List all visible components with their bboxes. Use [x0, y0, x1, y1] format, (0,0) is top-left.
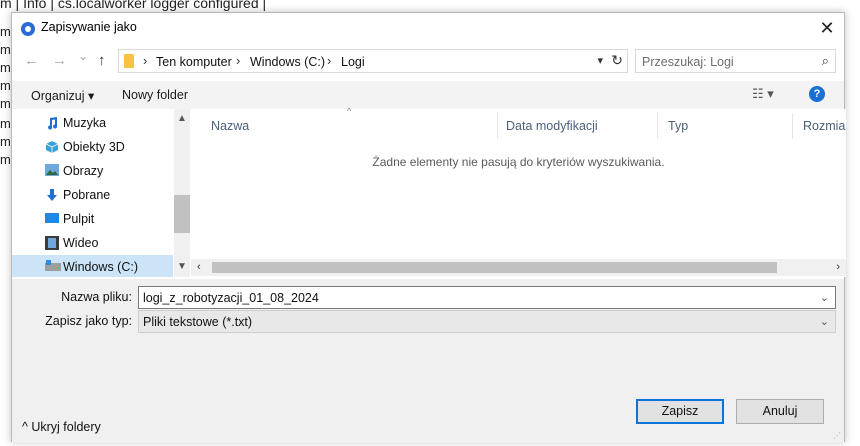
file-list: ^ Nazwa Data modyfikacji Typ Rozmia Żadn…	[191, 106, 846, 277]
refresh-icon[interactable]: ↻	[611, 52, 623, 69]
forward-arrow-icon[interactable]: →	[52, 52, 67, 69]
sidebar-item-pulpit[interactable]: Pulpit	[12, 207, 173, 231]
address-bar[interactable]: › Ten komputer › Windows (C:) › Logi ▾ ↻	[118, 49, 628, 73]
help-icon[interactable]: ?	[809, 86, 825, 102]
hide-folders-button[interactable]: ^ Ukryj foldery	[22, 420, 101, 434]
console-line: m	[0, 24, 11, 39]
search-icon[interactable]: ⌕	[822, 53, 829, 69]
column-divider[interactable]	[497, 113, 498, 139]
filetype-select[interactable]: Pliki tekstowe (*.txt) ⌄	[138, 310, 836, 333]
sidebar-item-label: Pobrane	[63, 188, 111, 202]
sidebar-item-wideo[interactable]: Wideo	[12, 231, 173, 255]
filetype-label: Zapisz jako typ:	[45, 314, 132, 328]
sort-ascending-icon: ^	[347, 106, 352, 116]
dialog-title: Zapisywanie jako	[41, 20, 137, 34]
title-bar[interactable]: Zapisywanie jako ✕	[12, 13, 844, 44]
sidebar-item-label: Obrazy	[63, 164, 104, 178]
app-icon	[21, 22, 35, 36]
navigation-bar: ← → ⌄ ↑ › Ten komputer › Windows (C:) › …	[12, 47, 844, 75]
save-as-dialog: Zapisywanie jako ✕ ← → ⌄ ↑ › Ten kompute…	[11, 12, 846, 443]
breadcrumb-this-pc[interactable]: Ten komputer	[156, 55, 232, 69]
cube-icon	[45, 140, 59, 153]
filetype-value: Pliki tekstowe (*.txt)	[143, 315, 253, 329]
scrollbar-thumb[interactable]	[212, 262, 777, 273]
filename-label: Nazwa pliku:	[61, 290, 132, 304]
scroll-down-icon[interactable]: ▼	[177, 261, 187, 272]
scrollbar-thumb[interactable]	[174, 195, 190, 233]
desktop-icon	[45, 212, 59, 225]
filename-value: logi_z_robotyzacji_01_08_2024	[143, 291, 319, 305]
breadcrumb-separator-icon[interactable]: ›	[143, 53, 147, 68]
new-folder-button[interactable]: Nowy folder	[122, 88, 188, 102]
chevron-down-icon[interactable]: ▾	[597, 54, 603, 67]
sidebar-item-obiekty-3d[interactable]: Obiekty 3D	[12, 135, 173, 159]
filename-field[interactable]: logi_z_robotyzacji_01_08_2024 ⌄	[138, 286, 836, 309]
sidebar-item-label: Windows (C:)	[63, 260, 139, 274]
console-line: m	[0, 60, 11, 75]
console-line: m	[0, 152, 11, 167]
folder-icon	[124, 54, 134, 68]
scroll-up-icon[interactable]: ▲	[177, 113, 187, 124]
scroll-left-icon[interactable]: ‹	[197, 261, 201, 273]
console-header-text: m | Info | cs.localworker logger configu…	[0, 0, 267, 11]
column-header-name[interactable]: Nazwa	[211, 119, 249, 133]
up-arrow-icon[interactable]: ↑	[98, 52, 106, 69]
organize-menu-button[interactable]: Organizuj ▾	[31, 88, 94, 103]
chevron-down-icon[interactable]: ⌄	[820, 291, 829, 304]
download-icon	[45, 188, 59, 201]
column-header-size[interactable]: Rozmia	[803, 119, 845, 133]
close-button[interactable]: ✕	[810, 13, 844, 44]
console-line: m	[0, 42, 11, 57]
resize-grip-icon[interactable]: ⋰	[833, 431, 841, 440]
console-line: m	[0, 116, 11, 131]
drive-icon	[45, 260, 61, 273]
sidebar-item-obrazy[interactable]: Obrazy	[12, 159, 173, 183]
breadcrumb-drive[interactable]: Windows (C:)	[250, 55, 325, 69]
sidebar-item-label: Muzyka	[63, 116, 107, 130]
cancel-button[interactable]: Anuluj	[736, 399, 824, 424]
column-divider[interactable]	[657, 113, 658, 139]
scroll-right-icon[interactable]: ›	[836, 261, 840, 273]
column-header-type[interactable]: Typ	[668, 119, 688, 133]
empty-folder-message: Żadne elementy nie pasują do kryteriów w…	[372, 155, 665, 169]
save-button[interactable]: Zapisz	[636, 399, 724, 424]
music-icon	[45, 116, 59, 130]
sidebar-item-windows-c[interactable]: Windows (C:)	[12, 255, 173, 277]
sidebar-item-label: Obiekty 3D	[63, 140, 125, 154]
video-icon	[45, 236, 59, 250]
chevron-down-icon[interactable]: ⌄	[820, 315, 829, 328]
sidebar-item-muzyka[interactable]: Muzyka	[12, 111, 173, 135]
pictures-icon	[45, 164, 59, 177]
navigation-scrollbar[interactable]: ▲ ▼	[174, 109, 190, 277]
breadcrumb-separator-icon[interactable]: ›	[236, 53, 240, 68]
sidebar-item-label: Wideo	[63, 236, 99, 250]
console-line: m	[0, 78, 11, 93]
breadcrumb-logi[interactable]: Logi	[341, 55, 365, 69]
column-divider[interactable]	[792, 113, 793, 139]
column-header-modified[interactable]: Data modyfikacji	[506, 119, 598, 133]
search-box[interactable]: Przeszukaj: Logi ⌕	[635, 49, 836, 73]
breadcrumb-separator-icon[interactable]: ›	[327, 53, 331, 68]
sidebar-item-pobrane[interactable]: Pobrane	[12, 183, 173, 207]
back-arrow-icon[interactable]: ←	[24, 52, 39, 69]
search-placeholder: Przeszukaj: Logi	[642, 55, 734, 69]
console-line: m	[0, 96, 11, 111]
console-line: m	[0, 134, 11, 149]
save-options-pane: Nazwa pliku: logi_z_robotyzacji_01_08_20…	[12, 279, 844, 443]
horizontal-scrollbar[interactable]: ‹ ›	[191, 259, 846, 276]
recent-locations-icon[interactable]: ⌄	[78, 49, 88, 63]
sidebar-item-label: Pulpit	[63, 212, 95, 226]
toolbar: Organizuj ▾ Nowy folder ☷ ▾ ?	[12, 81, 844, 109]
navigation-pane: Muzyka Obiekty 3D Obrazy Pobrane Pulpit	[12, 109, 190, 277]
view-options-icon[interactable]: ☷ ▾	[752, 86, 774, 102]
